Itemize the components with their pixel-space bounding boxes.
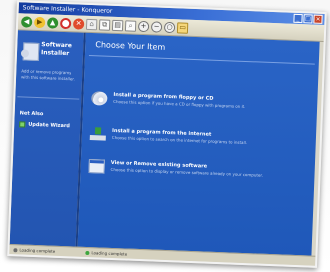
option-install-from-internet[interactable]: Install a program from the internet Choo… <box>87 127 312 156</box>
status-indicator-icon <box>13 247 18 252</box>
installer-icon <box>22 42 40 62</box>
option-description: Choose this option to display or remove … <box>110 166 264 178</box>
home-icon[interactable]: ⌂ <box>85 18 98 30</box>
window-controls: _ □ × <box>293 13 323 24</box>
wizard-icon <box>19 121 26 128</box>
option-install-from-disk[interactable]: Install a program from floppy or CD Choo… <box>89 91 314 120</box>
window-title: Software Installer <box>22 4 76 14</box>
main-panel: Choose Your Item Install a program from … <box>77 32 320 257</box>
sidebar-divider <box>17 96 80 100</box>
status-left: Loading complete <box>13 245 55 256</box>
status-ok-icon <box>85 250 90 255</box>
print-icon[interactable]: ▤ <box>111 19 124 31</box>
update-wizard-label: Update Wizard <box>28 121 71 130</box>
reload-icon[interactable] <box>59 17 72 29</box>
back-icon[interactable]: ◀ <box>21 15 33 28</box>
download-icon <box>89 127 107 142</box>
folder-icon[interactable]: ▭ <box>176 21 189 34</box>
window-subtitle: Konqueror <box>81 6 113 15</box>
sidebar-title: Software Installer <box>40 41 72 58</box>
window-icon <box>88 159 105 174</box>
sidebar: Software Installer Add or remove program… <box>9 30 86 248</box>
sidebar-section-label: Net Also <box>19 110 44 118</box>
search-icon[interactable]: ⌕ <box>124 19 137 32</box>
option-view-remove-software[interactable]: View or Remove existing software Choose … <box>86 159 311 188</box>
app-window: Software Installer - Konqueror _ □ × ◀ ▶ ▲… <box>7 0 327 268</box>
sidebar-description: Add or remove programs with this softwar… <box>20 68 75 82</box>
status-left-text: Loading complete <box>19 247 56 254</box>
minimize-icon[interactable]: _ <box>293 13 303 24</box>
close-icon[interactable]: × <box>313 14 323 24</box>
status-right-text: Loading complete <box>91 250 128 257</box>
forward-icon[interactable]: ▶ <box>33 16 46 28</box>
up-icon[interactable]: ▲ <box>46 16 59 29</box>
update-wizard-link[interactable]: Update Wizard <box>19 121 70 129</box>
photo-frame: Software Installer - Konqueror _ □ × ◀ ▶ ▲… <box>0 0 330 272</box>
option-description: Choose this option to search on the inte… <box>111 134 248 146</box>
cd-icon <box>91 91 108 106</box>
page-title: Choose Your Item <box>95 40 166 52</box>
zoom-reset-icon[interactable]: ○ <box>163 21 176 33</box>
zoom-out-icon[interactable]: − <box>150 20 163 33</box>
heading-divider <box>88 54 315 65</box>
stop-icon[interactable]: ✕ <box>72 17 85 30</box>
status-right: Loading complete <box>85 248 127 259</box>
maximize-icon[interactable]: □ <box>303 14 313 24</box>
zoom-in-icon[interactable]: + <box>137 20 150 32</box>
copy-icon[interactable]: ⧉ <box>98 18 111 31</box>
